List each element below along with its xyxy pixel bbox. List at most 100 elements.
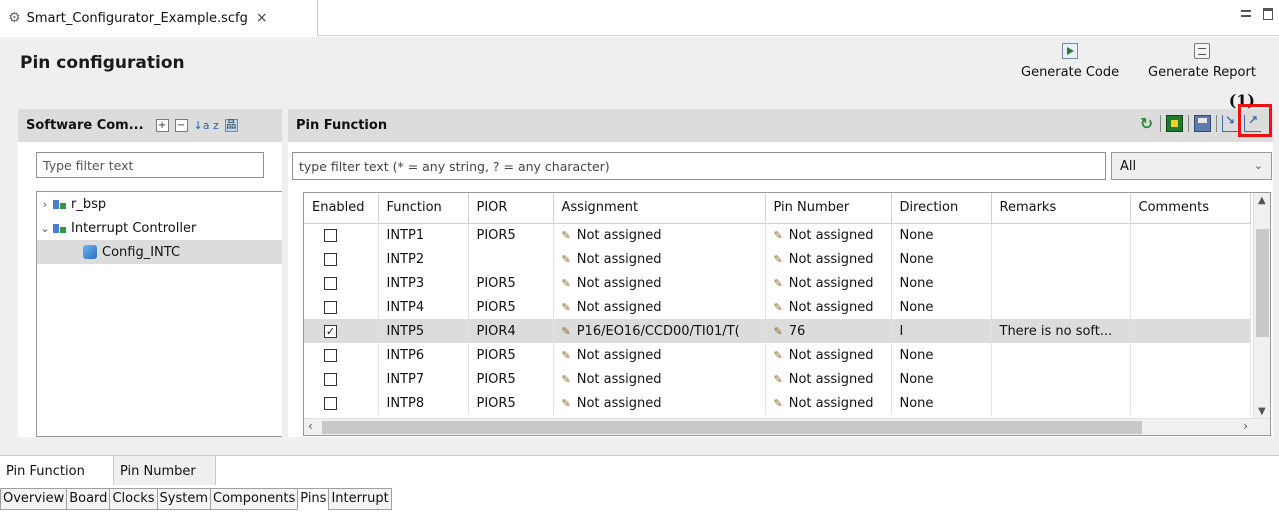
close-icon[interactable]: × <box>256 10 268 26</box>
enabled-checkbox[interactable]: ✓ <box>324 324 337 338</box>
scroll-left-icon[interactable]: ‹ <box>308 419 313 433</box>
cell-pin-number[interactable]: ✎ Not assigned <box>765 271 892 295</box>
cell-remarks[interactable] <box>991 295 1131 319</box>
cell-function[interactable]: INTP3 <box>378 271 469 295</box>
cell-enabled[interactable]: ✓ <box>304 319 379 343</box>
tree-item-r-bsp[interactable]: › r_bsp <box>37 192 282 216</box>
cell-assignment[interactable]: ✎ Not assigned <box>553 367 766 391</box>
cell-direction[interactable]: None <box>891 295 992 319</box>
cell-direction[interactable]: None <box>891 223 992 247</box>
cell-enabled[interactable] <box>304 367 379 391</box>
cell-pior[interactable]: PIOR5 <box>468 271 554 295</box>
cell-pior[interactable]: PIOR5 <box>468 343 554 367</box>
enabled-checkbox[interactable] <box>324 276 337 290</box>
enabled-checkbox[interactable] <box>324 372 337 386</box>
vertical-scroll-thumb[interactable] <box>1256 229 1269 337</box>
cell-function[interactable]: INTP2 <box>378 247 469 271</box>
editor-tab[interactable]: ⚙ Smart_Configurator_Example.scfg × <box>0 0 318 36</box>
chip-view-icon[interactable] <box>1166 115 1183 132</box>
cell-direction[interactable]: None <box>891 271 992 295</box>
cell-pin-number[interactable]: ✎ 76 <box>765 319 892 343</box>
cell-function[interactable]: INTP6 <box>378 343 469 367</box>
cell-pior[interactable]: PIOR4 <box>468 319 554 343</box>
page-tab-components[interactable]: Components <box>210 488 299 510</box>
cell-remarks[interactable] <box>991 343 1131 367</box>
table-row[interactable]: INTP6 PIOR5 ✎ Not assigned ✎ Not assigned None <box>304 343 1251 367</box>
cell-comments[interactable] <box>1130 223 1251 247</box>
cell-pin-number[interactable]: ✎ Not assigned <box>765 295 892 319</box>
cell-assignment[interactable]: ✎ Not assigned <box>553 391 766 415</box>
table-row[interactable]: INTP8 PIOR5 ✎ Not assigned ✎ Not assigned None <box>304 391 1251 415</box>
refresh-icon[interactable]: ↻ <box>1138 115 1155 132</box>
scroll-down-icon[interactable]: ▼ <box>1258 406 1266 417</box>
table-row[interactable]: INTP3 PIOR5 ✎ Not assigned ✎ Not assigned None <box>304 271 1251 295</box>
col-header-remarks[interactable]: Remarks <box>991 193 1131 224</box>
cell-pior[interactable]: PIOR5 <box>468 295 554 319</box>
cell-comments[interactable] <box>1130 367 1251 391</box>
col-header-assignment[interactable]: Assignment <box>553 193 766 224</box>
scroll-right-icon[interactable]: › <box>1243 419 1248 433</box>
cell-comments[interactable] <box>1130 343 1251 367</box>
enabled-checkbox[interactable] <box>324 348 337 362</box>
cell-comments[interactable] <box>1130 271 1251 295</box>
maximize-icon[interactable] <box>1263 8 1273 20</box>
cell-direction[interactable]: None <box>891 343 992 367</box>
tab-pin-function[interactable]: Pin Function <box>0 456 114 486</box>
cell-pin-number[interactable]: ✎ Not assigned <box>765 247 892 271</box>
cell-function[interactable]: INTP1 <box>378 223 469 247</box>
page-tab-pins[interactable]: Pins <box>297 488 330 510</box>
save-list-icon[interactable] <box>1194 115 1211 132</box>
cell-assignment[interactable]: ✎ Not assigned <box>553 271 766 295</box>
cell-direction[interactable]: None <box>891 247 992 271</box>
cell-pior[interactable]: PIOR5 <box>468 223 554 247</box>
col-header-enabled[interactable]: Enabled <box>304 193 379 224</box>
table-row[interactable]: INTP2 ✎ Not assigned ✎ Not assigned None <box>304 247 1251 271</box>
expand-all-icon[interactable]: + <box>155 119 169 132</box>
sort-az-icon[interactable]: ↓a z <box>194 119 219 132</box>
cell-remarks[interactable] <box>991 223 1131 247</box>
cell-function[interactable]: INTP5 <box>378 319 469 343</box>
enabled-checkbox[interactable] <box>324 396 337 410</box>
tree-item-interrupt-controller[interactable]: ⌄ Interrupt Controller <box>37 216 282 240</box>
cell-enabled[interactable] <box>304 247 379 271</box>
enabled-checkbox[interactable] <box>324 252 337 266</box>
cell-remarks[interactable] <box>991 271 1131 295</box>
cell-pior[interactable]: PIOR5 <box>468 367 554 391</box>
cell-direction[interactable]: None <box>891 391 992 415</box>
cell-comments[interactable] <box>1130 391 1251 415</box>
cell-direction[interactable]: None <box>891 367 992 391</box>
component-filter-input[interactable]: Type filter text <box>36 152 264 178</box>
page-tab-board[interactable]: Board <box>66 488 111 510</box>
cell-comments[interactable] <box>1130 295 1251 319</box>
import-icon[interactable] <box>1222 113 1239 132</box>
horizontal-scroll-thumb[interactable] <box>322 421 1142 434</box>
cell-function[interactable]: INTP4 <box>378 295 469 319</box>
tree-item-config-intc[interactable]: Config_INTC <box>37 240 282 264</box>
cell-enabled[interactable] <box>304 391 379 415</box>
page-tab-system[interactable]: System <box>156 488 212 510</box>
col-header-pior[interactable]: PIOR <box>468 193 554 224</box>
cell-comments[interactable] <box>1130 247 1251 271</box>
chevron-right-icon[interactable]: › <box>37 198 53 211</box>
table-row[interactable]: ✓ INTP5 PIOR4 ✎ P16/EO16/CCD00/TI01/T(✎ 76 I Th… <box>304 319 1251 343</box>
cell-pin-number[interactable]: ✎ Not assigned <box>765 391 892 415</box>
cell-pin-number[interactable]: ✎ Not assigned <box>765 367 892 391</box>
cell-assignment[interactable]: ✎ Not assigned <box>553 295 766 319</box>
col-header-comments[interactable]: Comments <box>1130 193 1251 224</box>
page-tab-overview[interactable]: Overview <box>0 488 68 510</box>
horizontal-scrollbar[interactable]: ‹ › <box>304 418 1270 435</box>
cell-assignment[interactable]: ✎ Not assigned <box>553 247 766 271</box>
cell-pior[interactable]: PIOR5 <box>468 391 554 415</box>
scroll-up-icon[interactable]: ▲ <box>1258 195 1266 206</box>
hierarchy-view-icon[interactable]: 品 <box>224 119 238 132</box>
enabled-checkbox[interactable] <box>324 300 337 314</box>
generate-code-button[interactable]: Generate Code <box>1021 43 1119 80</box>
filter-select[interactable]: All ⌄ <box>1111 152 1272 180</box>
cell-remarks[interactable] <box>991 247 1131 271</box>
cell-assignment[interactable]: ✎ Not assigned <box>553 343 766 367</box>
table-row[interactable]: INTP4 PIOR5 ✎ Not assigned ✎ Not assigned None <box>304 295 1251 319</box>
cell-remarks[interactable] <box>991 391 1131 415</box>
cell-enabled[interactable] <box>304 343 379 367</box>
cell-enabled[interactable] <box>304 295 379 319</box>
cell-assignment[interactable]: ✎ P16/EO16/CCD00/TI01/T( <box>553 319 766 343</box>
